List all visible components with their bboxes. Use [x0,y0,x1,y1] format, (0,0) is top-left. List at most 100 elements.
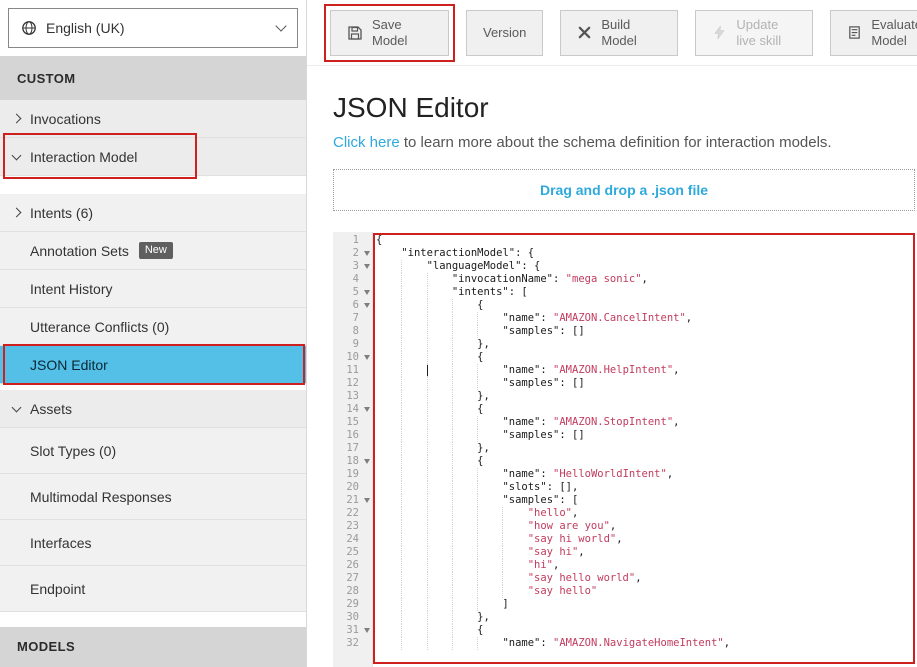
fold-arrow-icon[interactable] [364,303,370,308]
line-number: 3 [353,260,359,272]
language-selector[interactable]: English (UK) [8,8,298,48]
gutter-line[interactable]: 25 [333,546,372,559]
gutter-line[interactable]: 1 [333,234,372,247]
gutter-line[interactable]: 11 [333,364,372,377]
fold-arrow-icon[interactable] [364,407,370,412]
gutter-line[interactable]: 9 [333,338,372,351]
sidebar-item-json-editor[interactable]: JSON Editor [0,346,306,384]
gutter-line[interactable]: 17 [333,442,372,455]
code-line[interactable]: "invocationName": "mega sonic", [373,273,917,286]
code-line[interactable]: "say hi", [373,546,917,559]
sidebar-item-assets[interactable]: Assets [0,390,306,428]
code-line[interactable]: ] [373,598,917,611]
code-line[interactable]: "name": "HelloWorldIntent", [373,468,917,481]
json-code-editor[interactable]: 1234567891011121314151617181920212223242… [333,232,917,667]
indent-guide [477,416,478,429]
gutter-line[interactable]: 29 [333,598,372,611]
gutter-line[interactable]: 26 [333,559,372,572]
sidebar-item-slot-types[interactable]: Slot Types (0) [0,428,306,474]
code-line[interactable]: "name": "AMAZON.StopIntent", [373,416,917,429]
gutter-line[interactable]: 16 [333,429,372,442]
code-line[interactable]: { [373,455,917,468]
fold-arrow-icon[interactable] [364,459,370,464]
gutter-line[interactable]: 8 [333,325,372,338]
evaluate-model-button[interactable]: Evaluate Model [830,10,917,56]
sidebar-item-label: Intents (6) [30,205,93,221]
fold-arrow-icon[interactable] [364,355,370,360]
sidebar-item-endpoint[interactable]: Endpoint [0,566,306,612]
code-line[interactable]: { [373,403,917,416]
code-line[interactable]: "say hello world", [373,572,917,585]
code-line[interactable]: "samples": [] [373,377,917,390]
save-model-button[interactable]: Save Model [330,10,449,56]
code-line[interactable]: "samples": [] [373,429,917,442]
code-line[interactable]: "name": "AMAZON.NavigateHomeIntent", [373,637,917,650]
json-dropzone[interactable]: Drag and drop a .json file [333,169,915,211]
gutter-line[interactable]: 21 [333,494,372,507]
gutter-line[interactable]: 23 [333,520,372,533]
code-line[interactable]: "name": "AMAZON.HelpIntent", [373,364,917,377]
code-line[interactable]: }, [373,442,917,455]
code-line[interactable]: "samples": [ [373,494,917,507]
gutter-line[interactable]: 7 [333,312,372,325]
gutter-line[interactable]: 15 [333,416,372,429]
gutter-line[interactable]: 20 [333,481,372,494]
version-button[interactable]: Version [466,10,543,56]
code-line[interactable]: "hello", [373,507,917,520]
gutter-line[interactable]: 10 [333,351,372,364]
code-line[interactable]: { [373,624,917,637]
fold-arrow-icon[interactable] [364,290,370,295]
gutter-line[interactable]: 3 [333,260,372,273]
gutter-line[interactable]: 22 [333,507,372,520]
sidebar-item-intents[interactable]: Intents (6) [0,194,306,232]
sidebar-item-interaction-model[interactable]: Interaction Model [0,138,306,176]
code-line[interactable]: { [373,234,917,247]
code-line[interactable]: "intents": [ [373,286,917,299]
code-line[interactable]: "slots": [], [373,481,917,494]
sidebar-item-invocations[interactable]: Invocations [0,100,306,138]
fold-arrow-icon[interactable] [364,264,370,269]
gutter-line[interactable]: 32 [333,637,372,650]
docs-link[interactable]: Click here [333,134,400,151]
gutter-line[interactable]: 19 [333,468,372,481]
sidebar-item-annotation-sets[interactable]: Annotation SetsNew [0,232,306,270]
sidebar-item-intent-history[interactable]: Intent History [0,270,306,308]
fold-arrow-icon[interactable] [364,498,370,503]
editor-code[interactable]: { "interactionModel": { "languageModel":… [373,232,917,667]
code-line[interactable]: "interactionModel": { [373,247,917,260]
code-token: , [673,364,679,376]
gutter-line[interactable]: 27 [333,572,372,585]
code-line[interactable]: "say hi world", [373,533,917,546]
gutter-line[interactable]: 13 [333,390,372,403]
lightning-icon [712,25,727,40]
code-line[interactable]: "how are you", [373,520,917,533]
code-line[interactable]: "samples": [] [373,325,917,338]
fold-arrow-icon[interactable] [364,628,370,633]
fold-arrow-icon[interactable] [364,251,370,256]
code-line[interactable]: "say hello" [373,585,917,598]
code-token [376,429,502,441]
code-line[interactable]: "hi", [373,559,917,572]
code-line[interactable]: }, [373,390,917,403]
gutter-line[interactable]: 28 [333,585,372,598]
gutter-line[interactable]: 2 [333,247,372,260]
build-model-button[interactable]: Build Model [560,10,678,56]
sidebar-item-multimodal-responses[interactable]: Multimodal Responses [0,474,306,520]
code-line[interactable]: { [373,299,917,312]
gutter-line[interactable]: 30 [333,611,372,624]
gutter-line[interactable]: 5 [333,286,372,299]
code-line[interactable]: }, [373,611,917,624]
code-line[interactable]: "name": "AMAZON.CancelIntent", [373,312,917,325]
gutter-line[interactable]: 24 [333,533,372,546]
gutter-line[interactable]: 6 [333,299,372,312]
gutter-line[interactable]: 12 [333,377,372,390]
gutter-line[interactable]: 4 [333,273,372,286]
code-line[interactable]: { [373,351,917,364]
sidebar-item-utterance-conflicts[interactable]: Utterance Conflicts (0) [0,308,306,346]
gutter-line[interactable]: 14 [333,403,372,416]
gutter-line[interactable]: 18 [333,455,372,468]
gutter-line[interactable]: 31 [333,624,372,637]
code-line[interactable]: }, [373,338,917,351]
code-line[interactable]: "languageModel": { [373,260,917,273]
sidebar-item-interfaces[interactable]: Interfaces [0,520,306,566]
